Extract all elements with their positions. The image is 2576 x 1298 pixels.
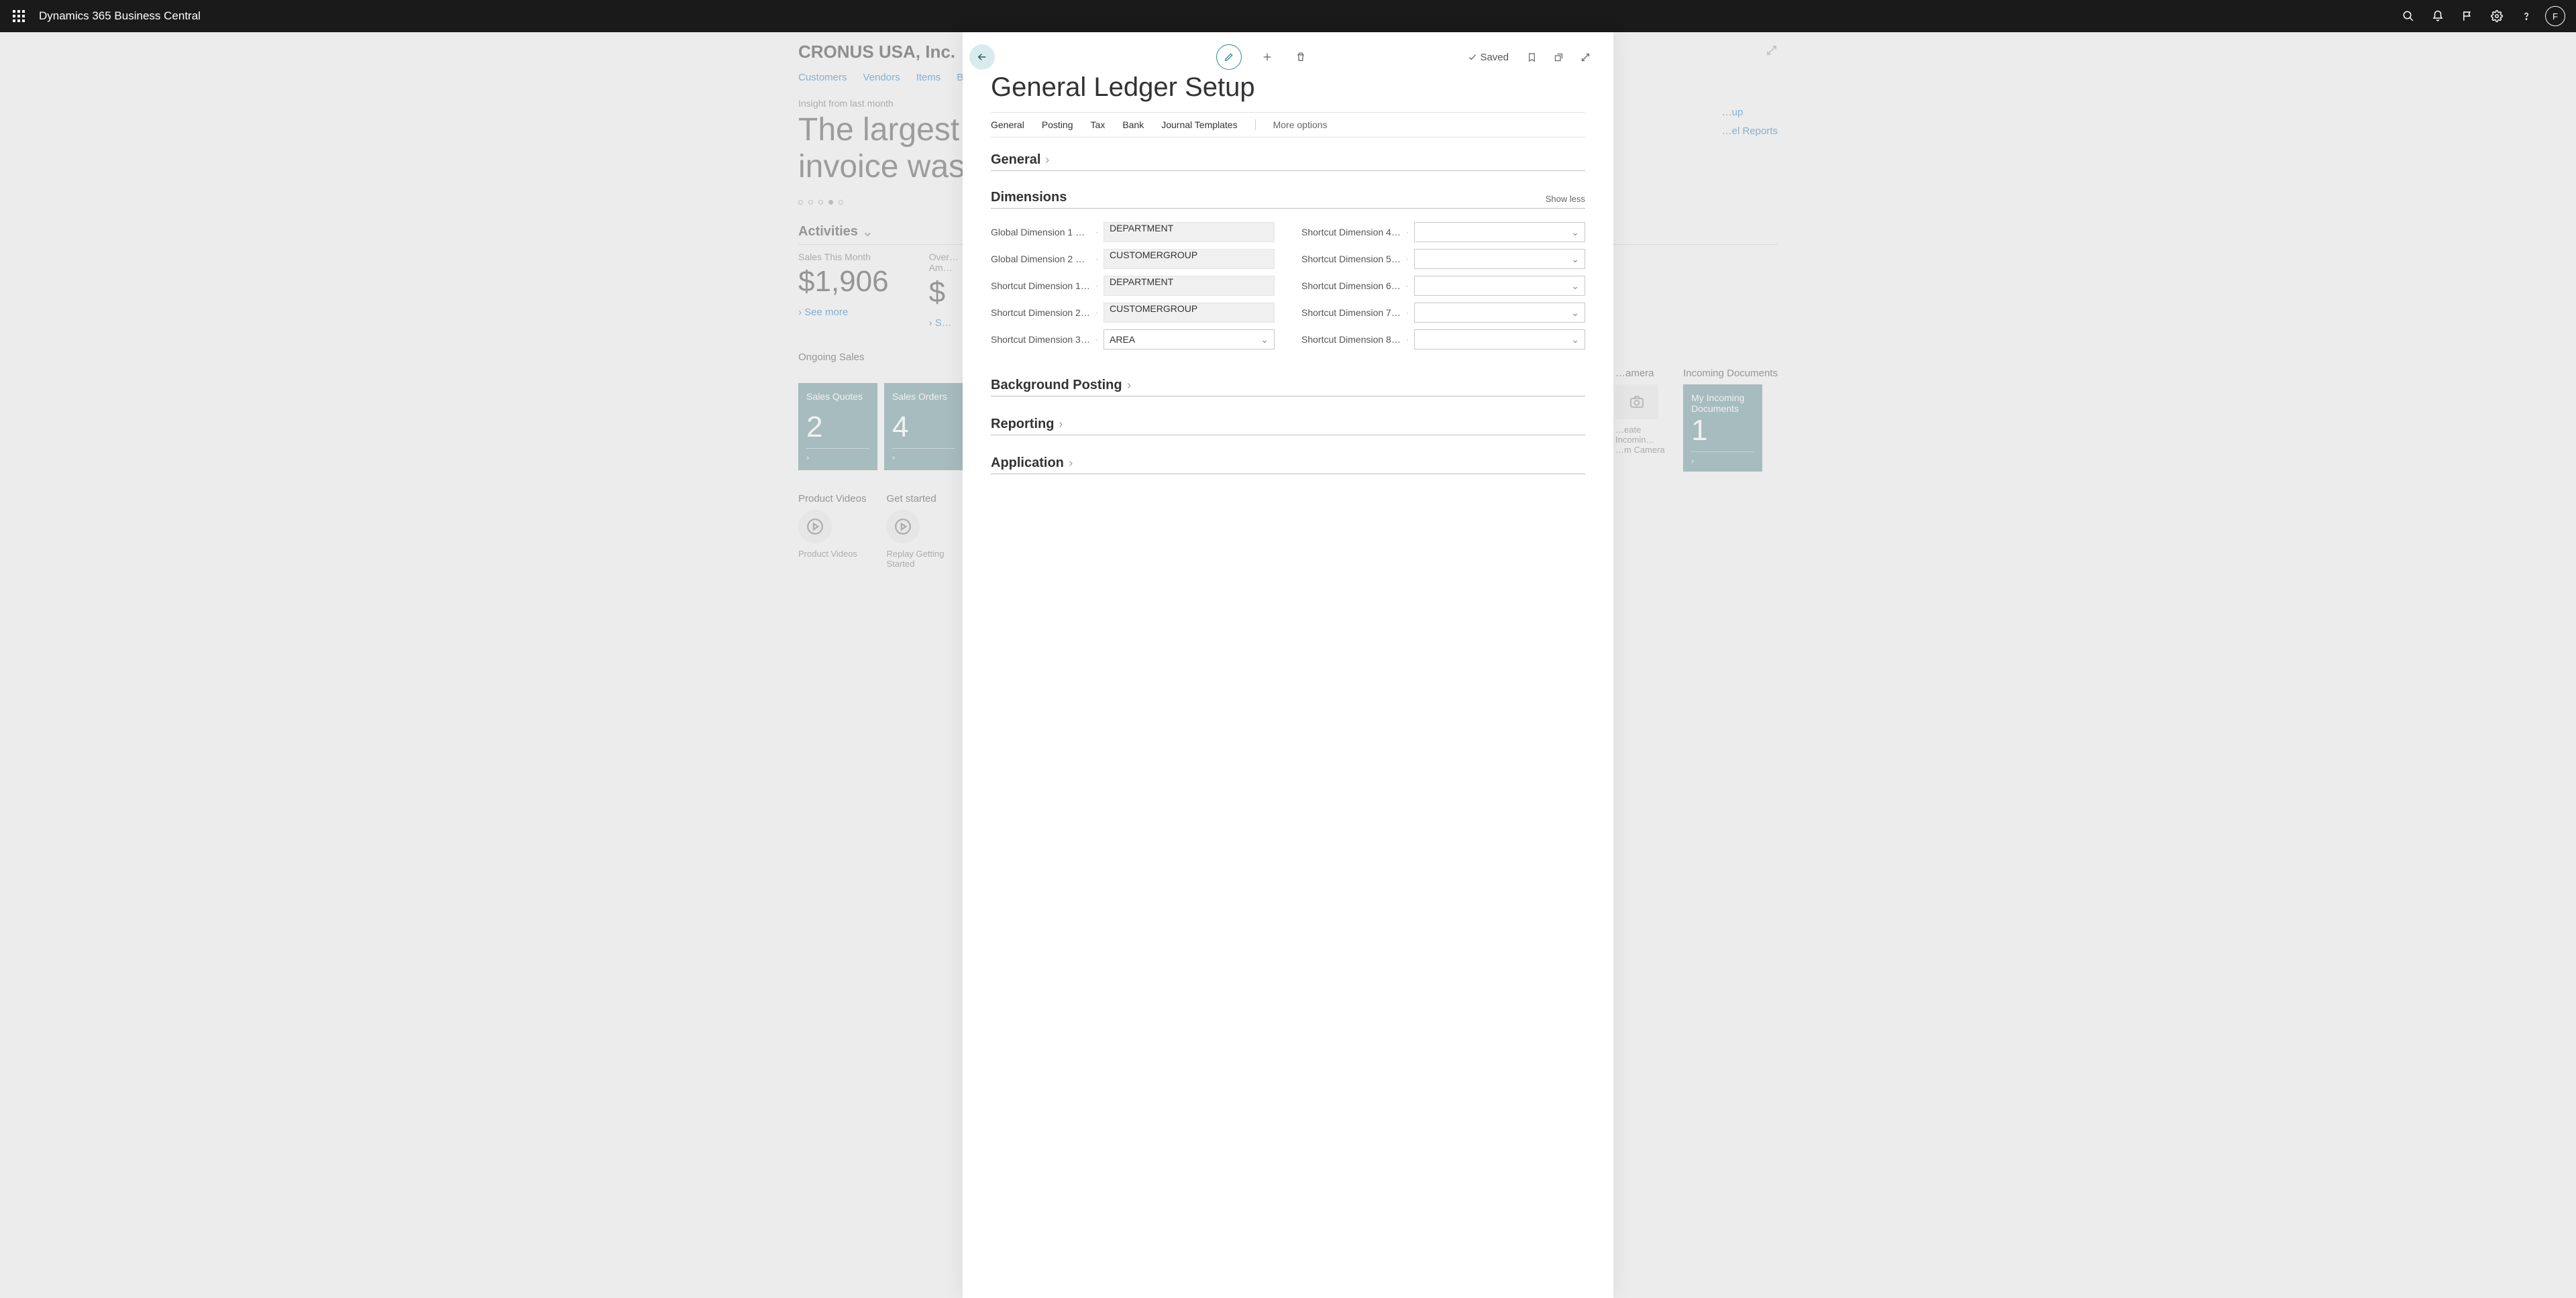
field-shortcut-dim-5: Shortcut Dimension 5… · ⌄ xyxy=(1301,249,1585,269)
fasttab-general[interactable]: General xyxy=(991,152,1585,171)
field-shortcut-dim-3: Shortcut Dimension 3… · AREA⌄ xyxy=(991,329,1275,349)
tab-general[interactable]: General xyxy=(991,119,1024,130)
app-name: Dynamics 365 Business Central xyxy=(39,9,201,23)
back-button[interactable] xyxy=(969,44,995,70)
tab-tax[interactable]: Tax xyxy=(1091,119,1106,130)
fasttab-application[interactable]: Application xyxy=(991,455,1585,474)
bookmark-icon[interactable] xyxy=(1518,52,1545,62)
notifications-icon[interactable] xyxy=(2423,0,2453,32)
field-shortcut-dim-6: Shortcut Dimension 6… · ⌄ xyxy=(1301,276,1585,296)
chevron-right-icon xyxy=(1125,382,1133,390)
chevron-down-icon: ⌄ xyxy=(1571,307,1579,319)
more-options-link[interactable]: More options xyxy=(1273,119,1328,130)
input-shortcut-dim-8[interactable]: ⌄ xyxy=(1414,329,1585,349)
flag-icon[interactable] xyxy=(2453,0,2482,32)
fasttab-reporting[interactable]: Reporting xyxy=(991,417,1585,435)
chevron-right-icon xyxy=(1043,156,1051,164)
user-avatar[interactable]: F xyxy=(2545,6,2565,26)
input-shortcut-dim-4[interactable]: ⌄ xyxy=(1414,222,1585,242)
tab-journal-templates[interactable]: Journal Templates xyxy=(1161,119,1237,130)
show-less-link[interactable]: Show less xyxy=(1546,194,1585,204)
top-bar: Dynamics 365 Business Central F xyxy=(0,0,2576,32)
chevron-down-icon: ⌄ xyxy=(1571,334,1579,345)
divider xyxy=(1255,119,1256,130)
input-shortcut-dim-2[interactable]: CUSTOMERGROUP xyxy=(1104,303,1275,323)
fasttab-dimensions[interactable]: Dimensions Show less xyxy=(991,190,1585,209)
chevron-down-icon: ⌄ xyxy=(1571,227,1579,238)
delete-button[interactable] xyxy=(1287,52,1314,62)
field-shortcut-dim-4: Shortcut Dimension 4… · ⌄ xyxy=(1301,222,1585,242)
chevron-down-icon: ⌄ xyxy=(1571,254,1579,265)
input-shortcut-dim-5[interactable]: ⌄ xyxy=(1414,249,1585,269)
input-global-dim-1[interactable]: DEPARTMENT xyxy=(1104,222,1275,242)
tab-row: General Posting Tax Bank Journal Templat… xyxy=(991,112,1585,138)
field-shortcut-dim-2: Shortcut Dimension 2… · CUSTOMERGROUP xyxy=(991,303,1275,323)
field-shortcut-dim-7: Shortcut Dimension 7… · ⌄ xyxy=(1301,303,1585,323)
field-global-dim-1: Global Dimension 1 C… · DEPARTMENT xyxy=(991,222,1275,242)
field-shortcut-dim-8: Shortcut Dimension 8… · ⌄ xyxy=(1301,329,1585,349)
field-shortcut-dim-1: Shortcut Dimension 1… · DEPARTMENT xyxy=(991,276,1275,296)
page-title: General Ledger Setup xyxy=(991,72,1585,103)
input-shortcut-dim-3[interactable]: AREA⌄ xyxy=(1104,329,1275,349)
saved-indicator: Saved xyxy=(1468,52,1509,63)
tab-posting[interactable]: Posting xyxy=(1042,119,1073,130)
edit-button[interactable] xyxy=(1216,44,1242,70)
settings-icon[interactable] xyxy=(2482,0,2512,32)
popout-icon[interactable] xyxy=(1545,52,1572,62)
input-shortcut-dim-7[interactable]: ⌄ xyxy=(1414,303,1585,323)
field-global-dim-2: Global Dimension 2 C… · CUSTOMERGROUP xyxy=(991,249,1275,269)
tab-bank[interactable]: Bank xyxy=(1122,119,1144,130)
input-shortcut-dim-1[interactable]: DEPARTMENT xyxy=(1104,276,1275,296)
search-icon[interactable] xyxy=(2394,0,2423,32)
new-button[interactable] xyxy=(1254,52,1281,62)
app-launcher-icon[interactable] xyxy=(7,4,31,28)
input-global-dim-2[interactable]: CUSTOMERGROUP xyxy=(1104,249,1275,269)
chevron-down-icon: ⌄ xyxy=(1571,280,1579,292)
input-shortcut-dim-6[interactable]: ⌄ xyxy=(1414,276,1585,296)
chevron-down-icon: ⌄ xyxy=(1260,334,1269,345)
fullscreen-icon[interactable] xyxy=(1572,52,1599,62)
chevron-right-icon xyxy=(1057,421,1065,429)
general-ledger-setup-panel: Saved General Ledger Setup General Posti… xyxy=(963,32,1613,1298)
chevron-right-icon xyxy=(1067,459,1075,468)
fasttab-background-posting[interactable]: Background Posting xyxy=(991,378,1585,396)
dimensions-grid: Global Dimension 1 C… · DEPARTMENT Short… xyxy=(991,222,1585,349)
help-icon[interactable] xyxy=(2512,0,2541,32)
modal-toolbar: Saved xyxy=(969,44,1599,70)
